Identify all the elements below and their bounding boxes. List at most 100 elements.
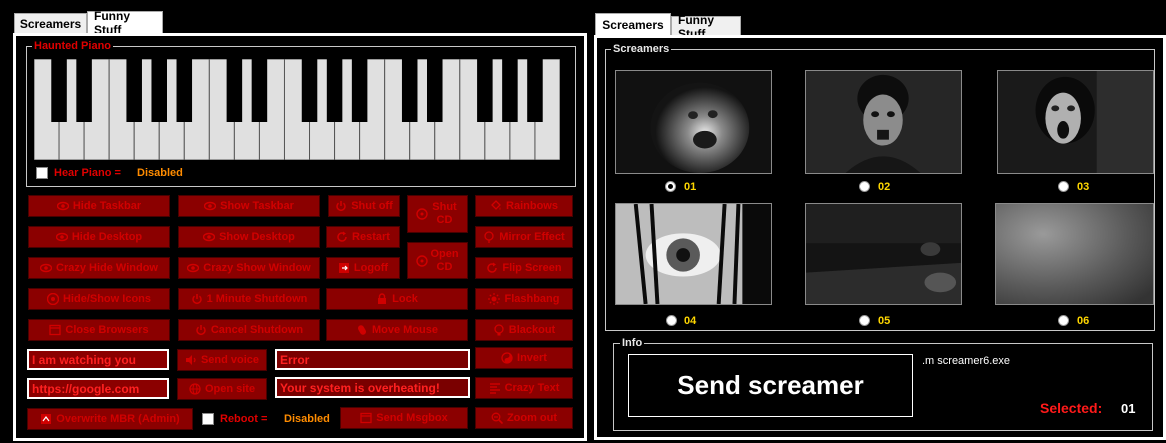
piano-black-key[interactable] [401, 59, 418, 122]
piano-keyboard[interactable] [34, 59, 560, 160]
screamer-thumbnail-02[interactable] [805, 70, 962, 174]
hide-taskbar-button[interactable]: Hide Taskbar [28, 195, 170, 217]
command-text: .m screamer6.exe [922, 355, 1011, 367]
voice-text-input[interactable]: I am watching you [27, 349, 169, 370]
msgbox-title-input[interactable]: Error [275, 349, 470, 370]
send-msgbox-label: Send Msgbox [376, 411, 448, 424]
screamer-label-04: 04 [684, 315, 697, 327]
piano-black-key[interactable] [226, 59, 243, 122]
screamer-radio-01[interactable] [665, 181, 676, 192]
lock-button[interactable]: Lock [326, 288, 468, 310]
mirror-effect-button[interactable]: Mirror Effect [475, 226, 573, 248]
open-cd-label: Open CD [430, 247, 459, 273]
power-icon [195, 324, 207, 336]
show-taskbar-button[interactable]: Show Taskbar [178, 195, 320, 217]
hide-desktop-button[interactable]: Hide Desktop [28, 226, 170, 248]
piano-black-key[interactable] [326, 59, 343, 122]
mirror-effect-label: Mirror Effect [499, 230, 565, 243]
move-mouse-button[interactable]: Move Mouse [326, 319, 468, 341]
shut-cd-label: Shut CD [432, 201, 457, 226]
tab-screamers-left[interactable]: Screamers [14, 13, 87, 34]
screamer-thumbnail-01[interactable] [615, 70, 772, 174]
eye-icon [56, 200, 69, 212]
close-browsers-button[interactable]: Close Browsers [28, 319, 170, 341]
show-taskbar-label: Show Taskbar [220, 199, 294, 212]
piano-black-key[interactable] [176, 59, 193, 122]
screamer-label-05: 05 [878, 315, 891, 327]
invert-button[interactable]: Invert [475, 347, 573, 369]
screamer-thumbnail-04[interactable] [615, 203, 772, 305]
logoff-button[interactable]: Logoff [326, 257, 400, 279]
piano-black-key[interactable] [301, 59, 318, 122]
tab-funny-stuff-right[interactable]: Funny Stuff [671, 13, 741, 41]
piano-black-key[interactable] [251, 59, 268, 122]
piano-black-key[interactable] [351, 59, 368, 122]
screamer-radio-05[interactable] [859, 315, 870, 326]
reboot-checkbox[interactable] [202, 413, 214, 425]
sun-icon [488, 293, 501, 305]
site-url-input[interactable]: https://google.com [27, 378, 169, 399]
screamer-label-03: 03 [1077, 181, 1090, 193]
selected-label: Selected: [1040, 400, 1103, 416]
flashbang-button[interactable]: Flashbang [475, 288, 573, 310]
screamer-thumbnail-06[interactable] [995, 203, 1154, 305]
mirror-icon [483, 231, 495, 243]
hide-desktop-label: Hide Desktop [71, 230, 143, 243]
crazy-hide-window-button[interactable]: Crazy Hide Window [28, 257, 170, 279]
screamer-radio-04[interactable] [666, 315, 677, 326]
flip-screen-button[interactable]: Flip Screen [475, 257, 573, 279]
piano-black-key[interactable] [502, 59, 518, 122]
lock-label: Lock [392, 292, 418, 305]
rainbows-button[interactable]: Rainbows [475, 195, 573, 217]
tab-funny-stuff-left[interactable]: Funny Stuff [87, 9, 163, 37]
crazy-text-button[interactable]: Crazy Text [475, 377, 573, 399]
restart-button[interactable]: Restart [326, 226, 400, 248]
show-desktop-label: Show Desktop [219, 230, 295, 243]
hide-show-icons-button[interactable]: Hide/Show Icons [28, 288, 170, 310]
send-screamer-button[interactable]: Send screamer [628, 354, 913, 417]
flashbang-label: Flashbang [504, 292, 560, 305]
restart-label: Restart [352, 230, 390, 243]
window-icon [360, 412, 372, 424]
logoff-icon [338, 262, 350, 274]
piano-black-key[interactable] [76, 59, 92, 122]
window-icon [49, 324, 62, 336]
eye-icon [203, 231, 216, 243]
paint-bucket-icon [490, 200, 502, 212]
send-voice-label: Send voice [200, 353, 260, 366]
screamer-radio-06[interactable] [1058, 315, 1069, 326]
zoom-out-button[interactable]: Zoom out [475, 407, 573, 429]
power-icon [191, 293, 203, 305]
one-minute-shutdown-label: 1 Minute Shutdown [206, 292, 308, 305]
shut-cd-button[interactable]: Shut CD [407, 195, 468, 233]
piano-black-key[interactable] [427, 59, 443, 122]
open-site-button[interactable]: Open site [177, 378, 267, 400]
hear-piano-label: Hear Piano = [54, 167, 121, 179]
piano-black-key[interactable] [151, 59, 167, 122]
piano-black-key[interactable] [477, 59, 493, 122]
cancel-shutdown-button[interactable]: Cancel Shutdown [178, 319, 320, 341]
power-icon [335, 200, 347, 212]
screamer-radio-02[interactable] [859, 181, 870, 192]
send-msgbox-button[interactable]: Send Msgbox [340, 407, 468, 429]
piano-black-key[interactable] [51, 59, 67, 122]
one-minute-shutdown-button[interactable]: 1 Minute Shutdown [178, 288, 320, 310]
screamer-radio-03[interactable] [1058, 181, 1069, 192]
screamer-thumbnail-03[interactable] [997, 70, 1154, 174]
open-cd-button[interactable]: Open CD [407, 242, 468, 279]
crazy-show-window-button[interactable]: Crazy Show Window [178, 257, 320, 279]
overwrite-mbr-button[interactable]: Overwrite MBR (Admin) [27, 408, 193, 430]
tab-screamers-right[interactable]: Screamers [595, 13, 671, 36]
piano-black-key[interactable] [527, 59, 543, 122]
restart-icon [336, 231, 348, 243]
blackout-button[interactable]: Blackout [475, 319, 573, 341]
screamer-thumbnail-05[interactable] [805, 203, 962, 305]
shut-off-button[interactable]: Shut off [328, 195, 400, 217]
show-desktop-button[interactable]: Show Desktop [178, 226, 320, 248]
move-mouse-label: Move Mouse [371, 323, 438, 336]
send-voice-button[interactable]: Send voice [177, 349, 267, 371]
msgbox-body-input[interactable]: Your system is overheating! [275, 377, 470, 398]
piano-black-key[interactable] [126, 59, 142, 122]
flip-icon [486, 262, 498, 274]
hear-piano-checkbox[interactable] [36, 167, 48, 179]
